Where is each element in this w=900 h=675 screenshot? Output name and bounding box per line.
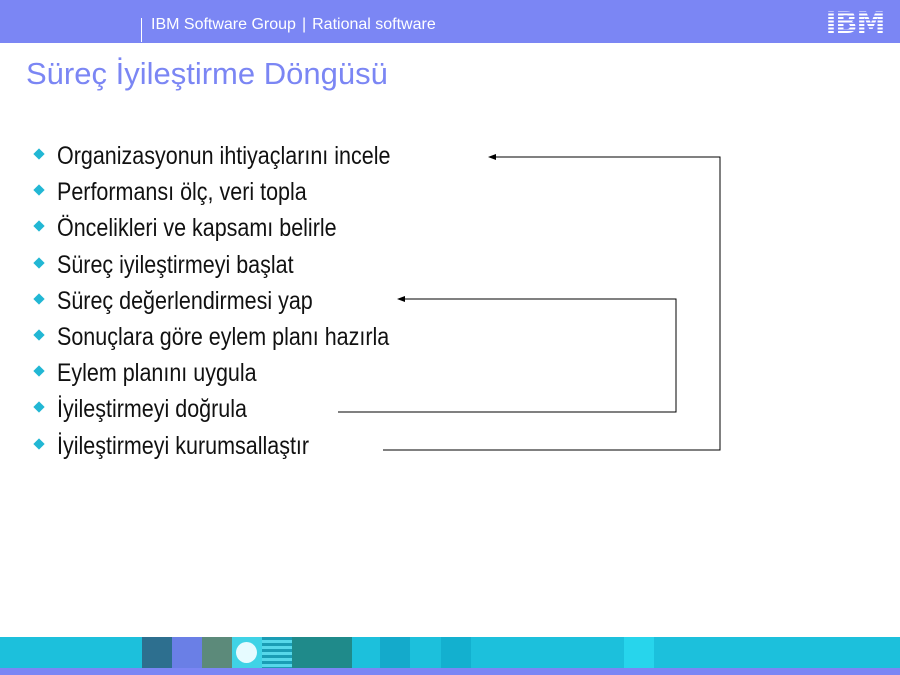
footer-team-photo-tile	[292, 637, 352, 668]
footer-grid-tile	[380, 637, 410, 668]
footer-people-tile	[172, 637, 202, 668]
footer-block-tile	[624, 637, 654, 668]
footer-photo-tile	[142, 637, 172, 668]
footer-bottom-bar	[0, 668, 900, 675]
footer-photo-tile	[202, 637, 232, 668]
outer-arrowhead-icon	[488, 154, 496, 160]
cycle-arrows	[338, 154, 721, 451]
inner-arrowhead-icon	[397, 296, 405, 302]
footer-circle-tile	[232, 637, 262, 668]
outer-loop-arrow	[383, 156, 721, 451]
circle-icon	[236, 642, 257, 663]
footer-stripes-tile	[262, 637, 292, 668]
inner-loop-arrow	[338, 298, 677, 413]
footer-block-tile	[441, 637, 471, 668]
